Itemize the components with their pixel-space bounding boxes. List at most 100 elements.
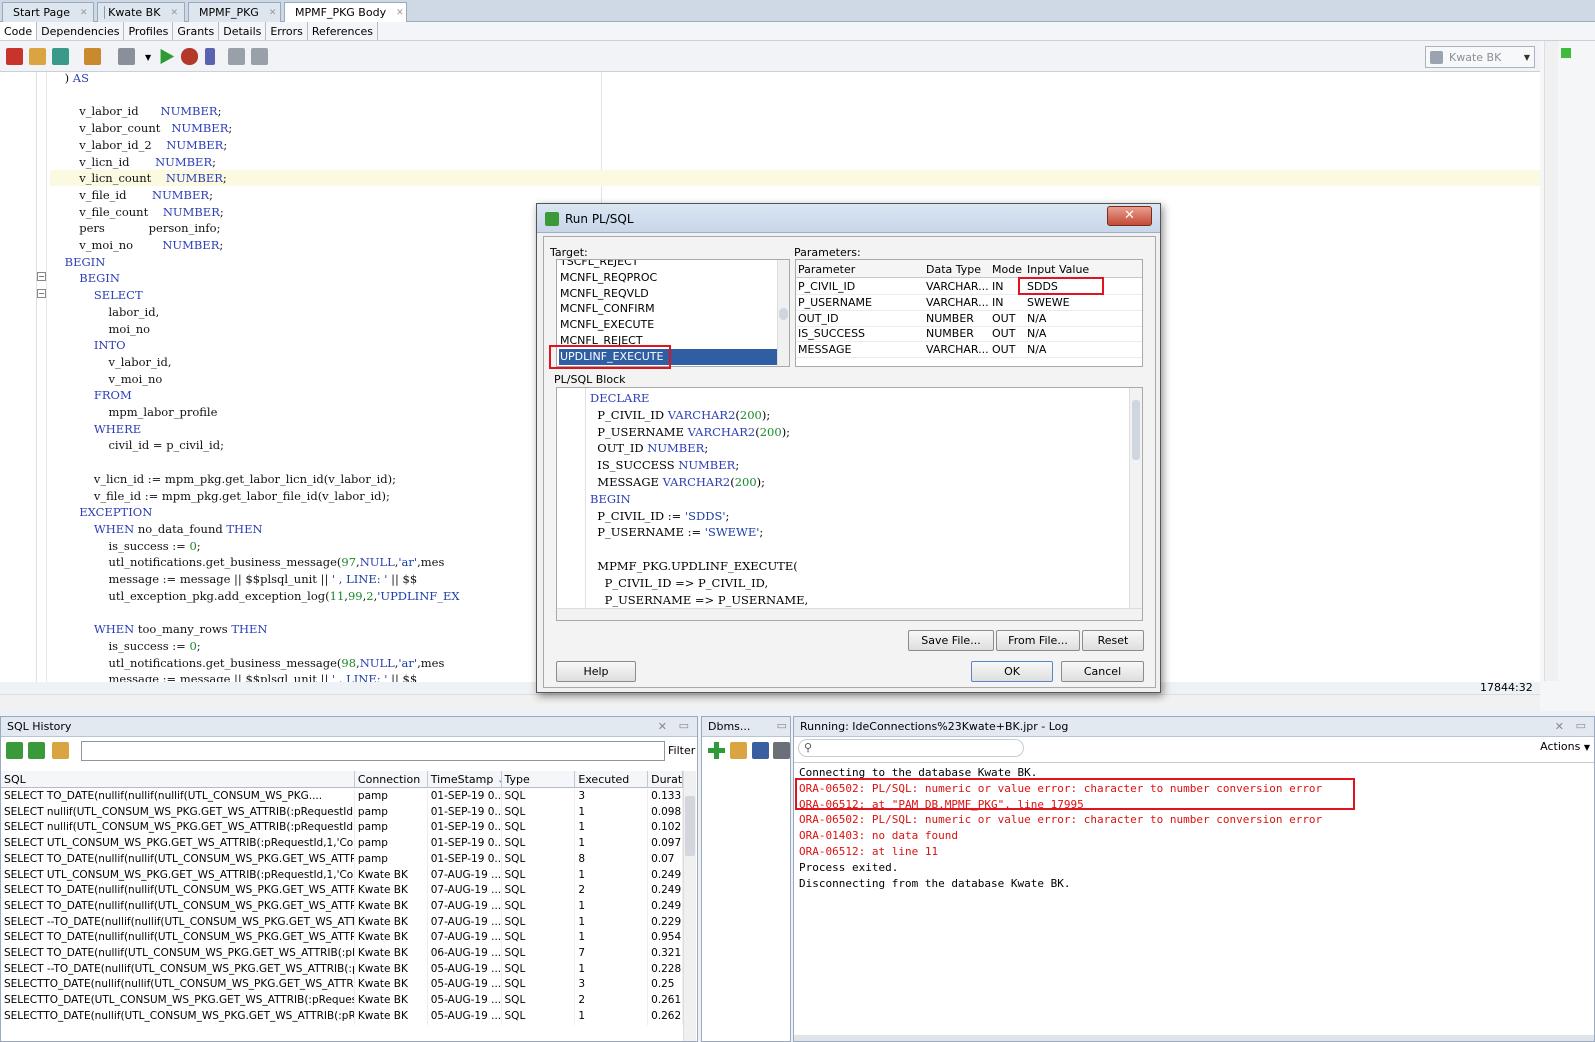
subtab-dependencies[interactable]: Dependencies: [37, 22, 125, 40]
table-row[interactable]: SELECT TO_DATE(nullif(nullif(UTL_CONSUM_…: [1, 851, 684, 868]
close-icon[interactable]: ✕: [80, 8, 88, 18]
close-icon[interactable]: ✕: [1555, 720, 1564, 733]
target-list-item[interactable]: MCNFL_CONFIRM: [559, 301, 777, 317]
table-row[interactable]: SELECT TO_DATE(nullif(nullif(UTL_CONSUM_…: [1, 898, 684, 915]
fold-toggle-icon[interactable]: −: [37, 289, 46, 298]
scrollbar-thumb[interactable]: [1132, 400, 1140, 460]
table-row[interactable]: SELECTTO_DATE(nullif(nullif(UTL_CONSUM_W…: [1, 977, 684, 994]
table-row[interactable]: SELECT UTL_CONSUM_WS_PKG.GET_WS_ATTRIB(:…: [1, 867, 684, 884]
subtab-code[interactable]: Code: [0, 22, 38, 40]
replace-icon[interactable]: [28, 742, 45, 759]
tab-mpmf-pkg-body[interactable]: MPMF_PKG Body ✕: [284, 2, 407, 22]
settings-gear-icon[interactable]: [118, 48, 135, 65]
history-filter-input[interactable]: [81, 741, 665, 761]
parameter-row[interactable]: OUT_ID NUMBER OUT N/A: [796, 311, 1142, 327]
column-header-duration[interactable]: Duratic: [648, 771, 684, 787]
tab-mpmf-pkg[interactable]: MPMF_PKG ✕: [188, 2, 281, 22]
run-icon[interactable]: [160, 48, 175, 65]
table-row[interactable]: SELECT nullif(UTL_CONSUM_WS_PKG.GET_WS_A…: [1, 804, 684, 821]
compile-icon[interactable]: [84, 48, 101, 65]
column-header-sql[interactable]: SQL: [1, 771, 355, 787]
bookmark-icon[interactable]: [205, 48, 215, 65]
scrollbar-thumb[interactable]: [685, 796, 695, 856]
column-header-connection[interactable]: Connection: [355, 771, 428, 787]
target-list-item[interactable]: MCNFL_REJECT: [559, 333, 777, 349]
minimize-icon[interactable]: ▭: [1576, 719, 1586, 732]
refresh-icon[interactable]: [52, 48, 69, 65]
parameter-row[interactable]: IS_SUCCESS NUMBER OUT N/A: [796, 326, 1142, 343]
plsql-block-editor[interactable]: DECLARE P_CIVIL_ID VARCHAR2(200); P_USER…: [556, 387, 1143, 621]
pin-icon[interactable]: [6, 48, 23, 65]
table-row[interactable]: SELECT TO_DATE(nullif(UTL_CONSUM_WS_PKG.…: [1, 946, 684, 962]
subtab-profiles[interactable]: Profiles: [124, 22, 174, 40]
add-icon[interactable]: [708, 742, 725, 759]
minimize-icon[interactable]: ▭: [679, 719, 689, 732]
save-icon[interactable]: [752, 742, 769, 759]
reset-button[interactable]: Reset: [1082, 630, 1144, 651]
parameter-input-value[interactable]: N/A: [1027, 343, 1046, 356]
chevron-down-icon[interactable]: ▼: [145, 53, 151, 62]
close-icon[interactable]: ✕: [658, 720, 667, 733]
close-icon[interactable]: ✕: [269, 8, 277, 18]
dialog-close-button[interactable]: ✕: [1107, 206, 1152, 226]
help-button[interactable]: Help: [556, 661, 636, 682]
block-vertical-scrollbar[interactable]: [1129, 388, 1142, 610]
edit-icon[interactable]: [29, 48, 46, 65]
tab-kwate-bk[interactable]: Kwate BK ✕: [97, 2, 185, 22]
table-row[interactable]: SELECT TO_DATE(nullif(nullif(nullif(UTL_…: [1, 789, 684, 805]
append-icon[interactable]: [6, 742, 23, 759]
table-row[interactable]: SELECT UTL_CONSUM_WS_PKG.GET_WS_ATTRIB(:…: [1, 836, 684, 853]
debug-bug-icon[interactable]: [181, 48, 198, 65]
parameter-input-value[interactable]: SDDS: [1027, 280, 1058, 293]
subtab-details[interactable]: Details: [219, 22, 267, 40]
target-list-scrollbar[interactable]: [777, 260, 789, 366]
table-row[interactable]: SELECT TO_DATE(nullif(nullif(UTL_CONSUM_…: [1, 930, 684, 947]
parameter-row[interactable]: P_USERNAME VARCHAR... IN SWEWE: [796, 295, 1142, 311]
from-file-button[interactable]: From File...: [996, 630, 1080, 651]
clear-eraser-icon[interactable]: [52, 742, 69, 759]
table-row[interactable]: SELECTTO_DATE(UTL_CONSUM_WS_PKG.GET_WS_A…: [1, 993, 684, 1010]
table-row[interactable]: SELECT nullif(UTL_CONSUM_WS_PKG.GET_WS_A…: [1, 820, 684, 837]
target-list-item[interactable]: MCNFL_REQVLD: [559, 286, 777, 302]
target-list-item[interactable]: UPDLINF_EXECUTE: [559, 348, 777, 365]
bookmark-prev-icon[interactable]: [228, 48, 245, 65]
editor-horizontal-scrollbar[interactable]: [0, 694, 1540, 708]
tab-start-page[interactable]: Start Page ✕: [2, 2, 94, 22]
target-list[interactable]: TSCFL_REJECT MCNFL_REQPROC MCNFL_REQVLD MCN…: [556, 259, 790, 367]
actions-menu[interactable]: Actions ▼: [1540, 740, 1590, 758]
minimize-icon[interactable]: ▭: [777, 719, 787, 732]
log-search-input[interactable]: ⚲: [798, 739, 1024, 757]
history-vertical-scrollbar[interactable]: [683, 771, 696, 1041]
target-list-item[interactable]: MCNFL_EXECUTE: [559, 317, 777, 333]
scrollbar-thumb[interactable]: [779, 308, 788, 320]
table-row[interactable]: SELECT TO_DATE(nullif(nullif(UTL_CONSUM_…: [1, 883, 684, 900]
parameter-input-value[interactable]: N/A: [1027, 312, 1046, 325]
parameter-row[interactable]: MESSAGE VARCHAR... OUT N/A: [796, 342, 1142, 359]
parameter-row[interactable]: P_CIVIL_ID VARCHAR... IN SDDS: [796, 279, 1142, 295]
fold-toggle-icon[interactable]: −: [37, 272, 46, 281]
column-header-executed[interactable]: Executed: [575, 771, 649, 787]
parameter-input-value[interactable]: N/A: [1027, 327, 1046, 340]
bookmark-next-icon[interactable]: [251, 48, 268, 65]
table-row[interactable]: SELECT --TO_DATE(nullif(nullif(UTL_CONSU…: [1, 914, 684, 931]
editor-vertical-scrollbar[interactable]: [1544, 41, 1558, 681]
clear-eraser-icon[interactable]: [730, 742, 747, 759]
column-header-type[interactable]: Type: [502, 771, 576, 787]
ok-button[interactable]: OK: [971, 661, 1053, 682]
save-file-button[interactable]: Save File...: [908, 630, 994, 651]
parameter-input-value[interactable]: SWEWE: [1027, 296, 1070, 309]
table-row[interactable]: SELECTTO_DATE(nullif(UTL_CONSUM_WS_PKG.G…: [1, 1008, 684, 1025]
column-header-timestamp[interactable]: TimeStamp ⇣: [428, 771, 502, 787]
subtab-references[interactable]: References: [308, 22, 379, 40]
subtab-errors[interactable]: Errors: [266, 22, 308, 40]
print-icon[interactable]: [773, 742, 790, 759]
close-icon[interactable]: ✕: [170, 8, 178, 18]
target-list-item[interactable]: TSCFL_REJECT: [559, 260, 777, 270]
table-row[interactable]: SELECT --TO_DATE(nullif(UTL_CONSUM_WS_PK…: [1, 961, 684, 978]
block-horizontal-scrollbar[interactable]: [557, 608, 1142, 620]
subtab-grants[interactable]: Grants: [173, 22, 220, 40]
connection-selector[interactable]: Kwate BK ▼: [1425, 46, 1535, 68]
target-list-item[interactable]: MCNFL_REQPROC: [559, 270, 777, 286]
cancel-button[interactable]: Cancel: [1061, 661, 1144, 682]
close-icon[interactable]: ✕: [396, 8, 404, 18]
